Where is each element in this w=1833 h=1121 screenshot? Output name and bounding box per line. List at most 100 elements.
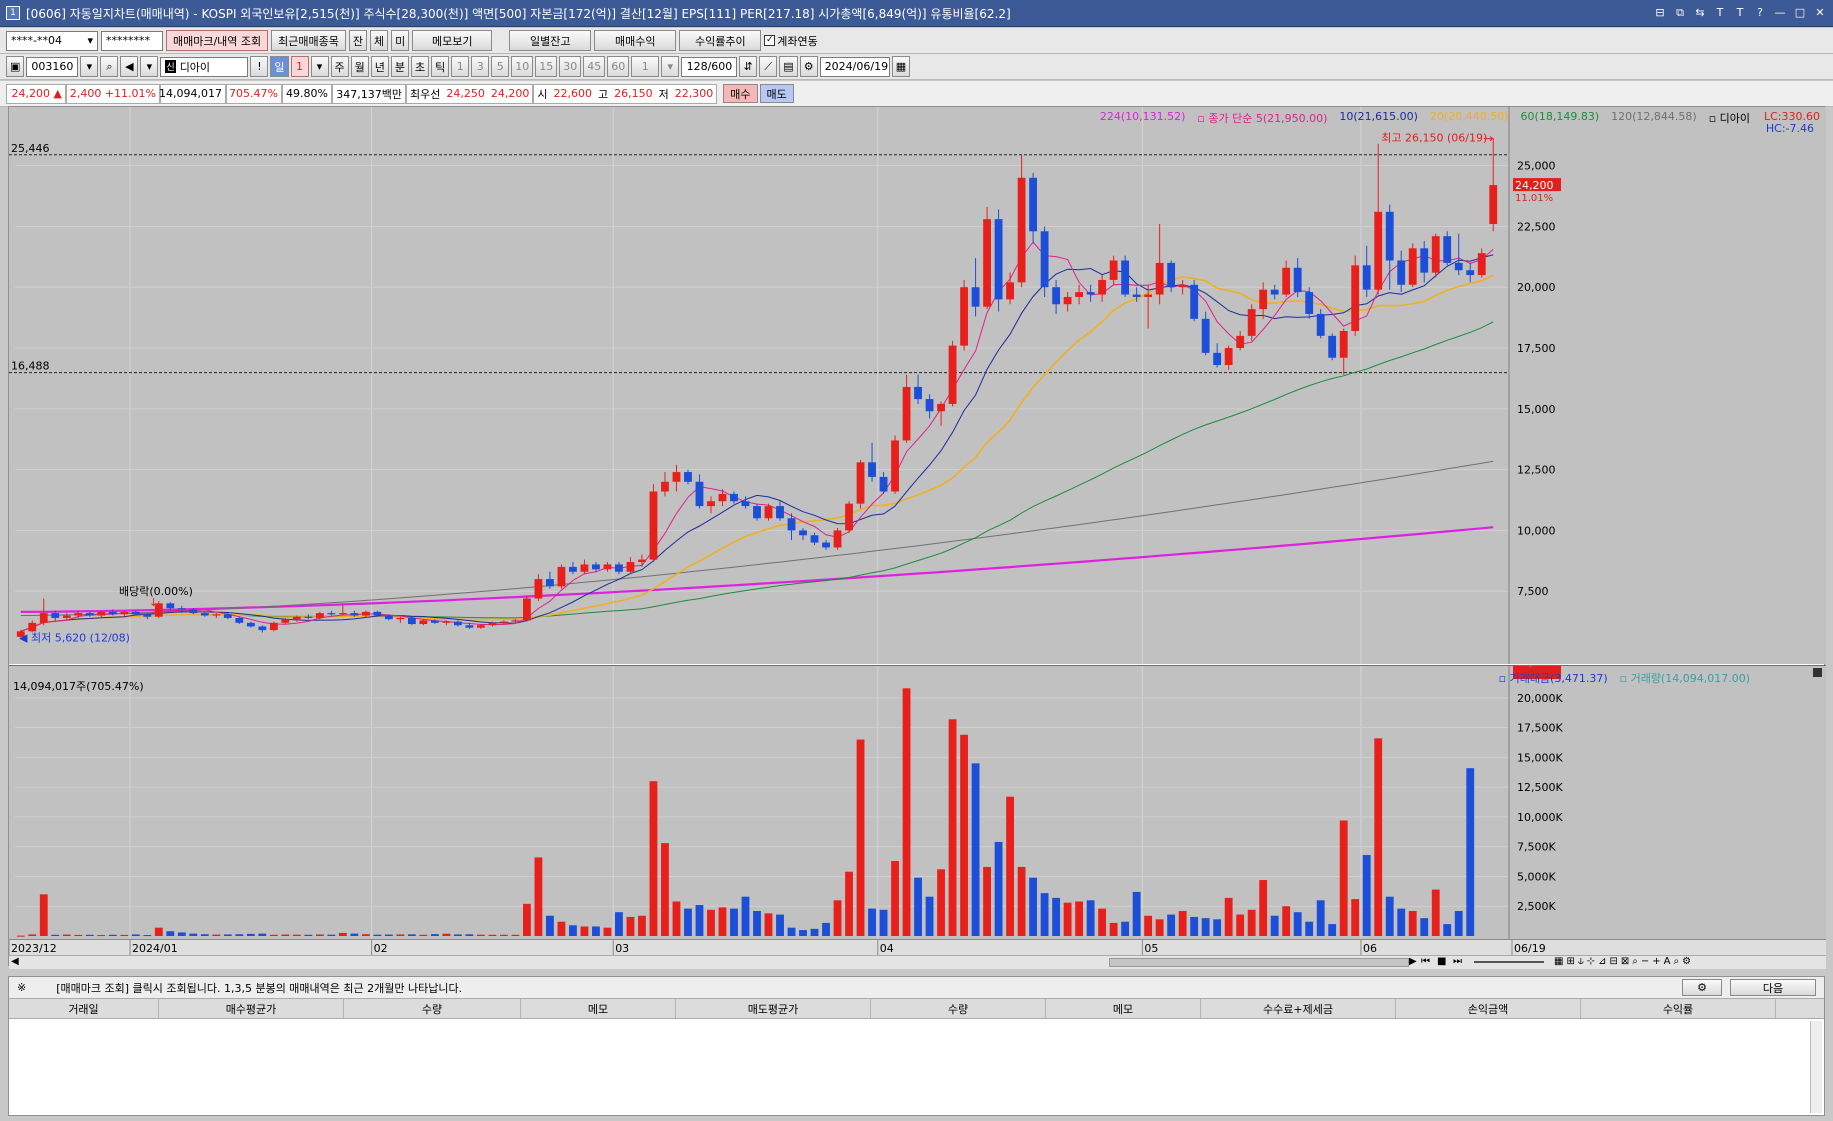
code-dropdown-icon[interactable]: ▾ <box>80 56 99 77</box>
maximize-icon[interactable]: □ <box>1793 6 1807 20</box>
chart-scrollbar[interactable]: ◀ ▶ ⏮ ■ ⏭ ▦⊞⫝⊹⊿⊟⊠⌕−+A⌕⚙ <box>9 955 1826 969</box>
trade-profit-button[interactable]: 매매수익 <box>594 30 677 51</box>
col-yield[interactable]: 수익률 <box>1581 999 1776 1018</box>
volume-legend-item[interactable]: ▫ 거래량(14,094,017.00) <box>1620 670 1750 686</box>
legend-item[interactable]: ▫ 디아이 <box>1709 110 1750 126</box>
minute-15-button[interactable]: 15 <box>535 56 558 77</box>
period-week-button[interactable]: 주 <box>330 56 349 77</box>
speaker-dropdown-icon[interactable]: ▾ <box>140 56 159 77</box>
candle-count-input[interactable]: 128/600 <box>681 56 738 77</box>
column-settings-icon[interactable]: ⚙ <box>1682 979 1722 996</box>
filled-button[interactable]: 체 <box>370 30 389 51</box>
ma10-line <box>20 254 1494 632</box>
col-buy-qty[interactable]: 수량 <box>344 999 521 1018</box>
minute-1-button[interactable]: 1 <box>451 56 470 77</box>
zoom-slider[interactable] <box>1474 961 1544 963</box>
chart-area[interactable]: 25,000 22,500 20,000 17,500 15,000 12,500 10,0… <box>8 106 1826 969</box>
chart-tools-icon[interactable]: ▦⊞⫝⊹⊿⊟⊠⌕−+A⌕⚙ <box>1554 956 1694 967</box>
stock-name-field[interactable]: 신 디아이 <box>160 56 249 77</box>
unfilled-button[interactable]: 미 <box>391 30 410 51</box>
multiplier-dropdown-icon[interactable]: ▾ <box>661 56 680 77</box>
price-panel[interactable]: 25,000 22,500 20,000 17,500 15,000 12,500 10,0… <box>9 107 1826 664</box>
next-button[interactable]: 다음 <box>1730 979 1816 996</box>
minimize-icon[interactable]: — <box>1773 6 1787 20</box>
recent-trades-button[interactable]: 최근매매종목 <box>271 30 346 51</box>
col-sell-memo[interactable]: 메모 <box>1046 999 1201 1018</box>
minute-3-button[interactable]: 3 <box>471 56 490 77</box>
volume-bar <box>74 934 83 936</box>
legend-item[interactable]: 20(20,440.50) <box>1430 110 1509 126</box>
account-link-checkbox[interactable]: ✓ 계좌연동 <box>764 33 818 49</box>
sell-button[interactable]: 매도 <box>759 84 794 103</box>
col-sell-qty[interactable]: 수량 <box>871 999 1046 1018</box>
multiplier-input[interactable]: 1 <box>631 56 660 77</box>
volume-bar <box>407 934 416 936</box>
period-second-button[interactable]: 초 <box>411 56 430 77</box>
copy-window-icon[interactable]: ⧉ <box>1673 6 1687 20</box>
price-chart-svg[interactable]: 25,000 22,500 20,000 17,500 15,000 12,500 10,0… <box>9 107 1826 664</box>
legend-item[interactable]: 10(21,615.00) <box>1339 110 1418 126</box>
period-month-button[interactable]: 월 <box>350 56 369 77</box>
calendar-icon[interactable]: ▦ <box>891 56 911 77</box>
account-select[interactable]: ****-**04 ▾ <box>6 30 98 51</box>
trade-mark-query-button[interactable]: 매매마크/내역 조회 <box>166 30 269 51</box>
close-icon[interactable]: ✕ <box>1813 6 1827 20</box>
save-icon[interactable]: ▤ <box>779 56 798 77</box>
screen-icon[interactable]: ▣ <box>6 56 25 77</box>
toolbar-stock: ▣ 003160 ▾ ⌕ ◀ ▾ 신 디아이 ! 일 1 ▾ 주 월 년 분 초 … <box>0 54 1833 80</box>
trade-mark-icon[interactable]: ⇵ <box>739 56 758 77</box>
stop-icon[interactable]: ■ <box>1437 956 1446 967</box>
panel-toggle-icon[interactable] <box>1813 668 1822 677</box>
table-vscroll[interactable] <box>1810 1021 1822 1113</box>
col-sell-avg[interactable]: 매도평균가 <box>676 999 871 1018</box>
minute-45-button[interactable]: 45 <box>583 56 606 77</box>
settings-gear-icon[interactable]: ⚙ <box>799 56 818 77</box>
trend-line-icon[interactable]: ⟋ <box>759 56 778 77</box>
minute-10-button[interactable]: 10 <box>511 56 534 77</box>
period-dropdown-icon[interactable]: ▾ <box>310 56 329 77</box>
col-buy-memo[interactable]: 메모 <box>521 999 676 1018</box>
period-minute-button[interactable]: 분 <box>390 56 410 77</box>
scroll-left-icon[interactable]: ◀ <box>11 956 19 967</box>
legend-item[interactable]: 120(12,844.58) <box>1611 110 1697 126</box>
balance-button[interactable]: 잔 <box>348 30 368 51</box>
legend-item[interactable]: 224(10,131.52) <box>1100 110 1186 126</box>
buy-button[interactable]: 매수 <box>723 84 758 103</box>
text-size-icon[interactable]: T <box>1713 6 1727 20</box>
font-icon[interactable]: T <box>1733 6 1747 20</box>
legend-item[interactable]: ▫ 종가 단순 5(21,950.00) <box>1197 110 1327 126</box>
period-year-button[interactable]: 년 <box>370 56 389 77</box>
scroll-thumb[interactable] <box>1109 958 1409 967</box>
col-trade-date[interactable]: 거래일 <box>9 999 159 1018</box>
restore-icon[interactable]: ⊟ <box>1653 6 1667 20</box>
search-icon[interactable]: ⌕ <box>100 56 119 77</box>
password-field[interactable]: ******** <box>101 30 163 51</box>
daily-balance-button[interactable]: 일별잔고 <box>509 30 592 51</box>
window-number-icon[interactable]: 1 <box>6 6 20 20</box>
volume-panel[interactable]: 20,000K 17,500K 15,000K 12,500K 10,000K 7,500… <box>9 656 1826 947</box>
minute-30-button[interactable]: 30 <box>559 56 582 77</box>
date-input[interactable]: 2024/06/19 <box>819 56 890 77</box>
memo-view-button[interactable]: 메모보기 <box>412 30 493 51</box>
period-day-button[interactable]: 일 <box>270 56 289 77</box>
speaker-icon[interactable]: ◀ <box>120 56 139 77</box>
minute-5-button[interactable]: 5 <box>491 56 510 77</box>
col-fees[interactable]: 수수료+제세금 <box>1201 999 1396 1018</box>
info-button[interactable]: ! <box>250 56 269 77</box>
volume-axis-label: 10,000K <box>1517 811 1563 824</box>
scroll-right-icon[interactable]: ▶ <box>1409 956 1417 967</box>
period-tick-button[interactable]: 틱 <box>431 56 450 77</box>
link-icon[interactable]: ⇆ <box>1693 6 1707 20</box>
volume-chart-svg[interactable]: 20,000K 17,500K 15,000K 12,500K 10,000K 7,500… <box>9 656 1826 940</box>
period-n-input[interactable]: 1 <box>290 56 309 77</box>
help-icon[interactable]: ? <box>1753 6 1767 20</box>
minute-60-button[interactable]: 60 <box>607 56 630 77</box>
col-buy-avg[interactable]: 매수평균가 <box>159 999 344 1018</box>
col-pnl[interactable]: 손익금액 <box>1396 999 1581 1018</box>
legend-item[interactable]: 60(18,149.83) <box>1521 110 1600 126</box>
nav-end-icon[interactable]: ⏮ <box>1421 956 1430 967</box>
stock-code-input[interactable]: 003160 <box>26 56 79 77</box>
volume-legend-item[interactable]: ▫ 거래대금(3,471.37) <box>1499 670 1608 686</box>
yield-trend-button[interactable]: 수익률추이 <box>679 30 762 51</box>
nav-next-icon[interactable]: ⏭ <box>1453 956 1462 967</box>
